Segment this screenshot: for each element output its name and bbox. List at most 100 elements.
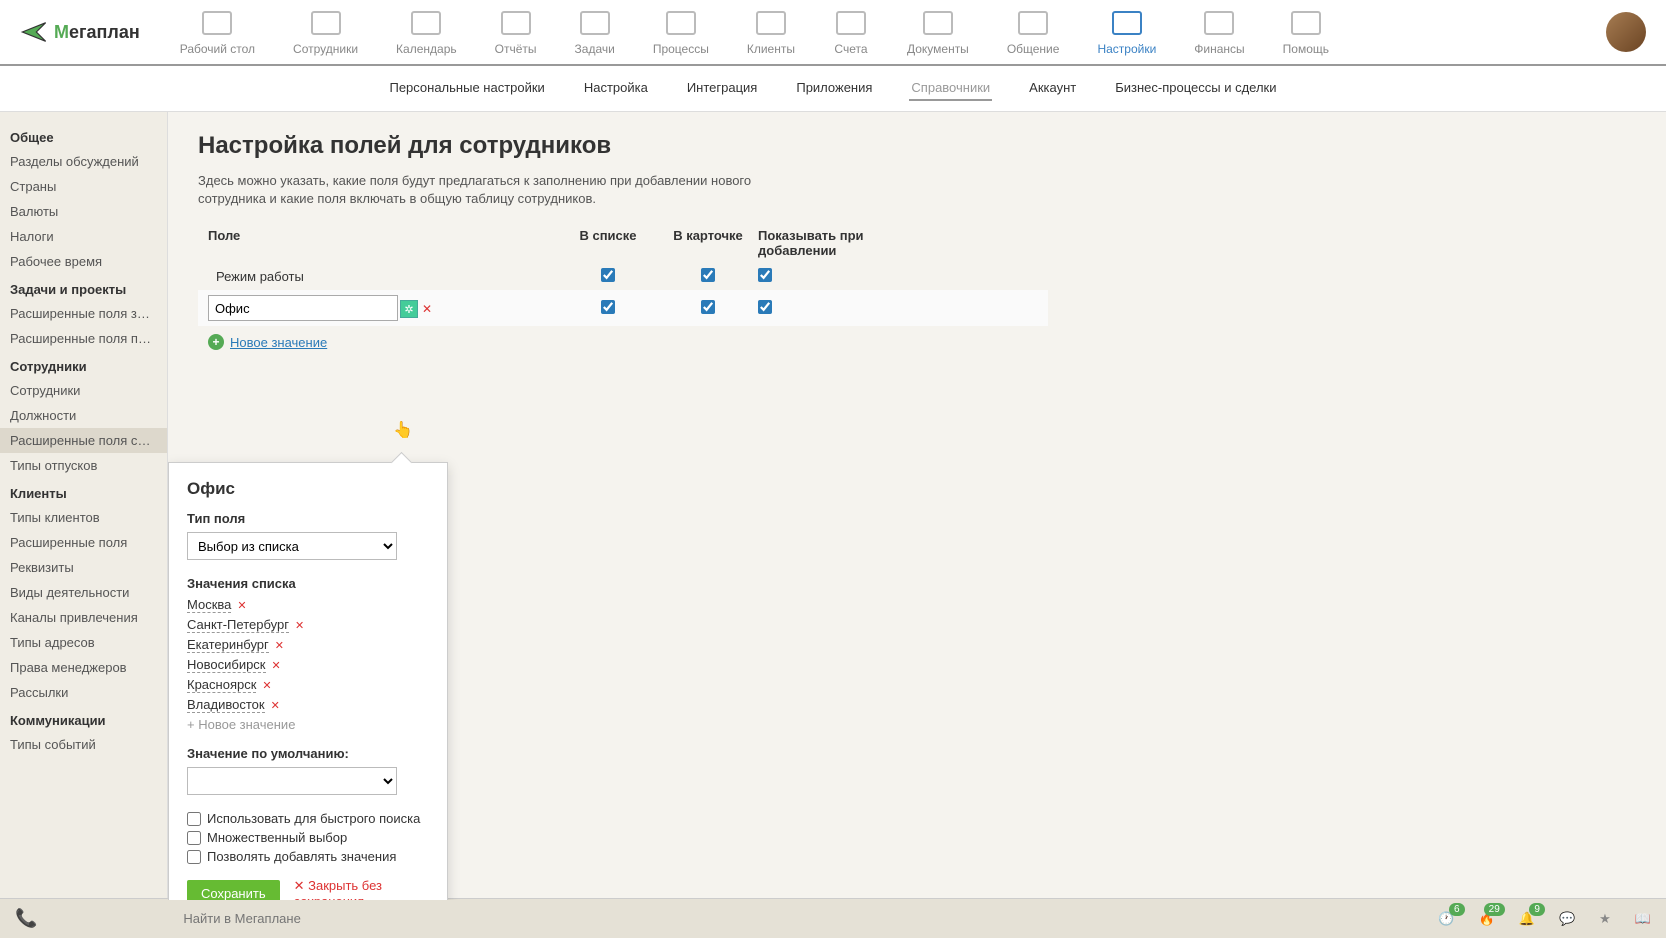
cancel-link[interactable]: ✕ Закрыть без сохранения — [294, 878, 429, 900]
list-value-text[interactable]: Владивосток — [187, 697, 265, 713]
checkbox-card[interactable] — [701, 300, 715, 314]
bell-icon[interactable]: 🔔9 — [1519, 911, 1535, 927]
cursor-icon: 👆 — [393, 420, 413, 440]
checkbox-list[interactable] — [601, 300, 615, 314]
sidebar-section: Общее — [0, 122, 167, 149]
save-button[interactable]: Сохранить — [187, 880, 280, 900]
checkbox-card[interactable] — [701, 268, 715, 282]
nav-Помощь[interactable]: Помощь — [1283, 8, 1329, 56]
sidebar-item[interactable]: Сотрудники — [0, 378, 167, 403]
new-value-link[interactable]: Новое значение — [187, 717, 429, 732]
sidebar-item[interactable]: Разделы обсуждений — [0, 149, 167, 174]
sidebar-item[interactable]: Типы отпусков — [0, 453, 167, 478]
nav-Документы[interactable]: Документы — [907, 8, 969, 56]
sidebar-item[interactable]: Расширенные поля — [0, 530, 167, 555]
field-name-input[interactable] — [208, 295, 398, 321]
nav-Процессы[interactable]: Процессы — [653, 8, 709, 56]
remove-value-icon[interactable]: ✕ — [262, 679, 271, 692]
nav-icons: Рабочий стол Сотрудники Календарь Отчёты Зад… — [180, 8, 1586, 56]
type-select[interactable]: Выбор из списка — [187, 532, 397, 560]
sidebar-item[interactable]: Типы клиентов — [0, 505, 167, 530]
option-checkbox[interactable] — [187, 831, 201, 845]
nav-Сотрудники[interactable]: Сотрудники — [293, 8, 358, 56]
logo[interactable]: Мегаплан — [20, 18, 140, 46]
list-value-item: Москва ✕ — [187, 597, 429, 613]
remove-value-icon[interactable]: ✕ — [237, 599, 246, 612]
list-value-text[interactable]: Екатеринбург — [187, 637, 269, 653]
subtab-Справочники[interactable]: Справочники — [909, 76, 992, 101]
nav-Счета[interactable]: Счета — [833, 8, 869, 56]
clock-icon[interactable]: 🕐6 — [1438, 911, 1454, 927]
nav-Задачи[interactable]: Задачи — [575, 8, 615, 56]
remove-value-icon[interactable]: ✕ — [272, 659, 281, 672]
phone-icon[interactable]: 📞 — [15, 908, 37, 929]
nav-Отчёты[interactable]: Отчёты — [495, 8, 537, 56]
option-label: Использовать для быстрого поиска — [207, 811, 420, 826]
sidebar-item[interactable]: Виды деятельности — [0, 580, 167, 605]
status-icons: 🕐6 🔥29 🔔9 💬 ★ 📖 — [1438, 911, 1651, 927]
option-checkbox[interactable] — [187, 812, 201, 826]
default-select[interactable] — [187, 767, 397, 795]
list-value-item: Владивосток ✕ — [187, 697, 429, 713]
user-avatar[interactable] — [1606, 12, 1646, 52]
subtab-Аккаунт[interactable]: Аккаунт — [1027, 76, 1078, 101]
subtab-Персональные настройки[interactable]: Персональные настройки — [387, 76, 546, 101]
table-header: Поле В списке В карточке Показывать при … — [198, 223, 1048, 263]
add-value-row: + Новое значение — [198, 334, 1048, 350]
book-icon[interactable]: 📖 — [1635, 911, 1651, 927]
sidebar-item[interactable]: Типы адресов — [0, 630, 167, 655]
subtab-Интеграция[interactable]: Интеграция — [685, 76, 760, 101]
sidebar-item[interactable]: Типы событий — [0, 732, 167, 757]
option-checkbox-row: Использовать для быстрого поиска — [187, 811, 429, 826]
table-row: ✲✕ — [198, 290, 1048, 326]
sidebar-item[interactable]: Реквизиты — [0, 555, 167, 580]
sidebar-item[interactable]: Каналы привлечения — [0, 605, 167, 630]
bottom-bar: 📞 🕐6 🔥29 🔔9 💬 ★ 📖 — [0, 898, 1666, 938]
subtab-Бизнес-процессы и сделки[interactable]: Бизнес-процессы и сделки — [1113, 76, 1278, 101]
remove-value-icon[interactable]: ✕ — [271, 699, 280, 712]
star-icon[interactable]: ★ — [1599, 911, 1611, 927]
sidebar-item[interactable]: Налоги — [0, 224, 167, 249]
chat-icon[interactable]: 💬 — [1559, 911, 1575, 927]
remove-value-icon[interactable]: ✕ — [295, 619, 304, 632]
sidebar-item[interactable]: Расширенные поля проек... — [0, 326, 167, 351]
popover-actions: Сохранить ✕ Закрыть без сохранения — [187, 878, 429, 900]
subtab-Настройка[interactable]: Настройка — [582, 76, 650, 101]
fire-icon[interactable]: 🔥29 — [1479, 911, 1495, 927]
remove-value-icon[interactable]: ✕ — [275, 639, 284, 652]
nav-Клиенты[interactable]: Клиенты — [747, 8, 795, 56]
checkbox-list[interactable] — [601, 268, 615, 282]
list-value-item: Новосибирск ✕ — [187, 657, 429, 673]
logo-text: Мегаплан — [54, 22, 140, 43]
option-checkbox-row: Множественный выбор — [187, 830, 429, 845]
delete-icon[interactable]: ✕ — [422, 302, 432, 316]
subtab-Приложения[interactable]: Приложения — [794, 76, 874, 101]
nav-Финансы[interactable]: Финансы — [1194, 8, 1244, 56]
add-value-link[interactable]: Новое значение — [230, 335, 327, 350]
list-value-text[interactable]: Новосибирск — [187, 657, 266, 673]
checkbox-add[interactable] — [758, 268, 772, 282]
sidebar-item[interactable]: Валюты — [0, 199, 167, 224]
sidebar-item[interactable]: Расширенные поля задач — [0, 301, 167, 326]
sidebar-item[interactable]: Права менеджеров — [0, 655, 167, 680]
sidebar-item[interactable]: Расширенные поля сотру... — [0, 428, 167, 453]
sidebar-item[interactable]: Должности — [0, 403, 167, 428]
list-value-text[interactable]: Красноярск — [187, 677, 256, 693]
gear-icon[interactable]: ✲ — [400, 300, 418, 318]
sidebar-item[interactable]: Страны — [0, 174, 167, 199]
sidebar-item[interactable]: Рабочее время — [0, 249, 167, 274]
list-value-text[interactable]: Москва — [187, 597, 231, 613]
page-description: Здесь можно указать, какие поля будут пр… — [198, 172, 758, 208]
nav-Настройки[interactable]: Настройки — [1097, 8, 1156, 56]
nav-Календарь[interactable]: Календарь — [396, 8, 457, 56]
sidebar-item[interactable]: Рассылки — [0, 680, 167, 705]
global-search[interactable] — [177, 905, 477, 932]
checkbox-add[interactable] — [758, 300, 772, 314]
option-checkbox[interactable] — [187, 850, 201, 864]
list-value-text[interactable]: Санкт-Петербург — [187, 617, 289, 633]
page-title: Настройка полей для сотрудников — [198, 132, 1636, 160]
nav-Общение[interactable]: Общение — [1007, 8, 1060, 56]
option-label: Множественный выбор — [207, 830, 347, 845]
nav-Рабочий стол[interactable]: Рабочий стол — [180, 8, 255, 56]
popover-title: Офис — [187, 479, 429, 499]
